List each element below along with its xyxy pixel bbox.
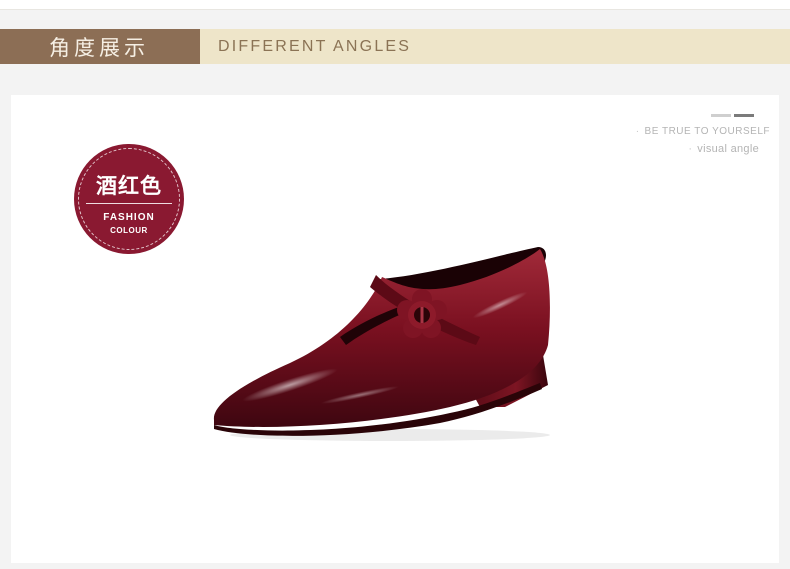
section-title-en: DIFFERENT ANGLES	[200, 29, 790, 64]
badge-label-fashion: FASHION	[103, 212, 155, 223]
badge-divider	[86, 203, 172, 204]
slider-dot[interactable]	[711, 114, 731, 117]
slider-indicator[interactable]	[711, 114, 754, 117]
badge-color-name: 酒红色	[96, 174, 162, 198]
top-divider-strip	[0, 0, 790, 10]
badge-label-colour: COLOUR	[110, 226, 148, 235]
color-badge-icon: 酒红色 FASHION COLOUR	[74, 144, 184, 254]
tagline-primary: BE TRUE TO YOURSELF	[636, 126, 770, 137]
section-title-cn: 角度展示	[0, 29, 200, 64]
section-header: 角度展示 DIFFERENT ANGLES	[0, 29, 790, 64]
shoe-image	[213, 247, 550, 441]
tagline-secondary: visual angle	[688, 143, 759, 155]
slider-dot-active[interactable]	[734, 114, 754, 117]
